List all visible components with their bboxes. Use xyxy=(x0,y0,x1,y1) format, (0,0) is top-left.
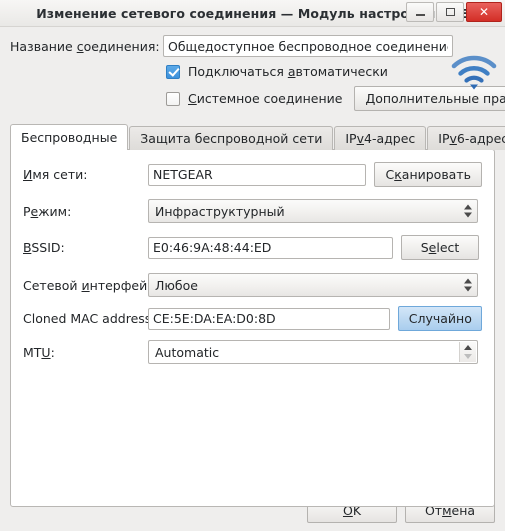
tab-wireless-security[interactable]: Защита беспроводной сети xyxy=(129,126,334,150)
cloned-mac-input[interactable] xyxy=(148,307,390,330)
bssid-row: BSSID: Select xyxy=(23,235,482,260)
mtu-label: MTU: xyxy=(23,344,55,360)
wifi-signal-icon xyxy=(451,55,497,90)
network-connection-dialog: Изменение сетевого соединения — Модуль н… xyxy=(0,0,505,531)
tab-wireless[interactable]: Беспроводные xyxy=(10,124,129,150)
window-title: Изменение сетевого соединения — Модуль н… xyxy=(36,5,469,21)
connection-header-section: Название соединения: Подключаться автома… xyxy=(0,27,505,122)
maximize-icon xyxy=(445,8,455,16)
mtu-value: Automatic xyxy=(155,344,220,360)
connection-name-input[interactable] xyxy=(163,35,453,57)
tabbar: Беспроводные Защита беспроводной сети IP… xyxy=(10,124,505,150)
tab-ipv4[interactable]: IPv4-адрес xyxy=(334,126,427,150)
system-connection-checkbox[interactable] xyxy=(166,91,180,106)
tabs-section: Беспроводные Защита беспроводной сети IP… xyxy=(0,122,505,507)
mode-label: Режим: xyxy=(23,203,72,219)
random-mac-button[interactable]: Случайно xyxy=(397,306,482,331)
cloned-mac-row: Cloned MAC address Случайно xyxy=(23,306,482,331)
interface-combobox[interactable]: Любое xyxy=(148,273,478,297)
close-icon: ✕ xyxy=(478,5,490,19)
chevron-updown-icon xyxy=(464,204,472,218)
mtu-row: MTU: Automatic xyxy=(23,340,482,364)
wireless-tab-panel: Имя сети: Сканировать Режим: Инфраструкт… xyxy=(10,149,495,507)
tab-ipv6[interactable]: IPv6-адрес xyxy=(427,126,505,150)
close-button[interactable]: ✕ xyxy=(466,2,502,22)
minimize-icon xyxy=(415,14,425,16)
ssid-row: Имя сети: Сканировать xyxy=(23,162,482,187)
interface-row: Сетевой интерфейс: Любое xyxy=(23,273,482,297)
mtu-spinbox[interactable]: Automatic xyxy=(148,340,478,364)
system-connection-label: Системное соединение xyxy=(188,91,343,106)
autoconnect-label: Подключаться автоматически xyxy=(188,64,388,79)
spinner-arrows[interactable] xyxy=(459,342,476,362)
window-controls: ✕ xyxy=(406,2,502,22)
minimize-button[interactable] xyxy=(406,2,434,22)
ssid-label: Имя сети: xyxy=(23,167,88,182)
cloned-mac-label: Cloned MAC address xyxy=(23,311,152,326)
connection-name-row: Название соединения: xyxy=(10,35,495,57)
scan-button[interactable]: Сканировать xyxy=(374,162,482,187)
mode-value: Инфраструктурный xyxy=(155,203,285,219)
connection-name-label: Название соединения: xyxy=(10,38,160,54)
mode-combobox[interactable]: Инфраструктурный xyxy=(148,199,478,223)
system-connection-row[interactable]: Системное соединение Дополнительные прав… xyxy=(166,86,505,111)
select-bssid-button[interactable]: Select xyxy=(401,235,479,260)
window-titlebar: Изменение сетевого соединения — Модуль н… xyxy=(0,0,505,27)
bssid-input[interactable] xyxy=(148,236,393,259)
chevron-updown-icon xyxy=(464,278,472,292)
autoconnect-checkbox[interactable] xyxy=(166,64,180,79)
ssid-input[interactable] xyxy=(148,163,367,186)
interface-label: Сетевой интерфейс: xyxy=(23,277,159,293)
autoconnect-row[interactable]: Подключаться автоматически xyxy=(166,64,495,79)
mode-row: Режим: Инфраструктурный xyxy=(23,199,482,223)
spinner-up-icon[interactable] xyxy=(464,345,472,350)
interface-value: Любое xyxy=(155,277,198,293)
bssid-label: BSSID: xyxy=(23,240,65,255)
spinner-down-icon[interactable] xyxy=(464,354,472,359)
maximize-button[interactable] xyxy=(436,2,464,22)
